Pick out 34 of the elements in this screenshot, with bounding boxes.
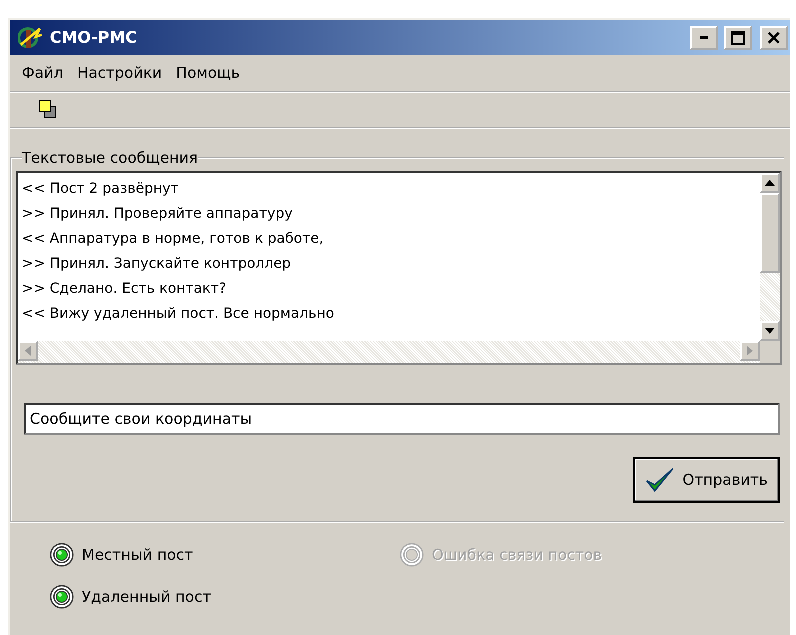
window-title: СМО-РМС: [50, 28, 138, 47]
scrollbar-corner: [760, 341, 780, 363]
horizontal-scrollbar[interactable]: [18, 341, 760, 363]
down-arrow-icon: [765, 328, 775, 334]
app-logo-icon: [18, 24, 44, 50]
close-button[interactable]: [760, 26, 788, 50]
message-line: << Вижу удаленный пост. Все нормально: [22, 305, 336, 324]
menu-item[interactable]: Настройки: [71, 62, 168, 84]
scroll-down-button[interactable]: [760, 321, 780, 341]
message-input[interactable]: Сообщите свои координаты: [24, 403, 780, 435]
scroll-left-button[interactable]: [18, 341, 38, 361]
scroll-thumb[interactable]: [760, 193, 780, 273]
minimize-button[interactable]: [690, 26, 718, 50]
message-line: >> Сделано. Есть контакт?: [22, 280, 228, 299]
up-arrow-icon: [765, 180, 775, 186]
message-line: << Пост 2 развёрнут: [22, 180, 180, 199]
left-arrow-icon: [25, 346, 31, 356]
maximize-icon: [731, 30, 745, 44]
status-label: Местный пост: [82, 546, 194, 564]
maximize-button[interactable]: [724, 26, 752, 50]
right-arrow-icon: [747, 346, 753, 356]
send-button[interactable]: Отправить: [632, 457, 780, 503]
status-label: Удаленный пост: [82, 588, 212, 606]
minimize-icon: [700, 36, 708, 39]
message-line: >> Принял. Проверяйте аппаратуру: [22, 205, 294, 224]
menu-item[interactable]: Помощь: [170, 62, 246, 84]
checkmark-icon: [644, 467, 675, 493]
message-line: >> Принял. Запускайте контроллер: [22, 255, 292, 274]
vertical-scrollbar[interactable]: [760, 173, 780, 341]
group-title: Текстовые сообщения: [22, 149, 198, 167]
scroll-up-button[interactable]: [760, 173, 780, 193]
menu-item[interactable]: Файл: [16, 62, 70, 84]
message-line: << Аппаратура в норме, готов к работе,: [22, 230, 325, 249]
close-icon: [768, 32, 780, 44]
